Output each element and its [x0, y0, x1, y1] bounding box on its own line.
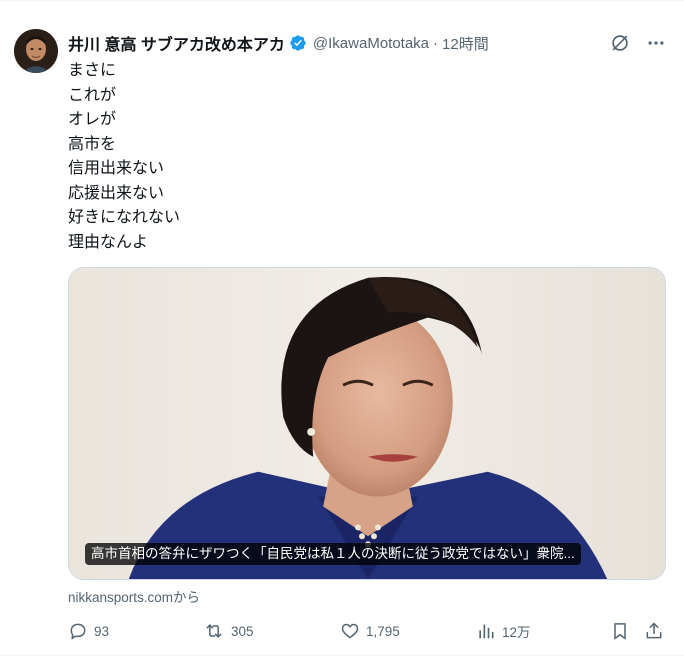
display-name[interactable]: 井川 意高 サブアカ改め本アカ — [68, 31, 285, 55]
reply-count: 93 — [94, 623, 110, 639]
verified-badge-icon[interactable] — [289, 34, 307, 52]
reply-button[interactable]: 93 — [68, 619, 109, 643]
tweet[interactable]: 井川 意高 サブアカ改め本アカ @IkawaMototaka · 12時間 まさ… — [0, 0, 684, 656]
like-icon — [340, 621, 360, 641]
separator-dot: · — [433, 34, 439, 52]
text-line: 好きになれない — [68, 209, 181, 226]
avatar[interactable] — [14, 29, 58, 73]
action-bar: 93 305 1,795 12万 — [68, 619, 670, 643]
text-line: オレが — [68, 111, 117, 128]
card-title[interactable]: 高市首相の答弁にザワつく「自民党は私１人の決断に従う政党ではない」衆院... — [85, 543, 581, 565]
card-source[interactable]: nikkansports.comから — [68, 586, 200, 606]
views-count: 12万 — [502, 625, 531, 640]
tweet-header: 井川 意高 サブアカ改め本アカ @IkawaMototaka · 12時間 — [68, 31, 670, 55]
text-line: これが — [68, 86, 117, 104]
like-count: 1,795 — [366, 623, 400, 639]
tweet-text: まさに これが オレが 高市を 信用出来ない 応援出来ない 好きになれない 理由… — [68, 59, 180, 255]
bookmark-icon — [610, 621, 630, 641]
text-line: 応援出来ない — [68, 184, 165, 202]
card-image — [69, 268, 665, 579]
repost-icon — [203, 621, 225, 641]
text-line: 理由なんよ — [68, 233, 149, 251]
text-line: まさに — [68, 62, 117, 79]
repost-count: 305 — [231, 623, 254, 639]
link-card[interactable]: 高市首相の答弁にザワつく「自民党は私１人の決断に従う政党ではない」衆院... — [68, 267, 666, 580]
repost-button[interactable]: 305 — [203, 619, 254, 643]
share-icon — [644, 621, 664, 641]
timestamp[interactable]: 12時間 — [442, 33, 489, 54]
text-line: 高市を — [68, 135, 117, 153]
header-actions — [606, 29, 670, 57]
grok-icon[interactable] — [606, 29, 634, 57]
share-button[interactable] — [644, 619, 664, 643]
views-button[interactable]: 12万 — [476, 619, 531, 643]
reply-icon — [68, 621, 88, 641]
handle[interactable]: @IkawaMototaka — [313, 35, 429, 52]
text-line: 信用出来ない — [68, 160, 165, 177]
like-button[interactable]: 1,795 — [340, 619, 400, 643]
views-icon — [476, 621, 496, 641]
more-icon[interactable] — [642, 29, 670, 57]
bookmark-button[interactable] — [610, 619, 630, 643]
